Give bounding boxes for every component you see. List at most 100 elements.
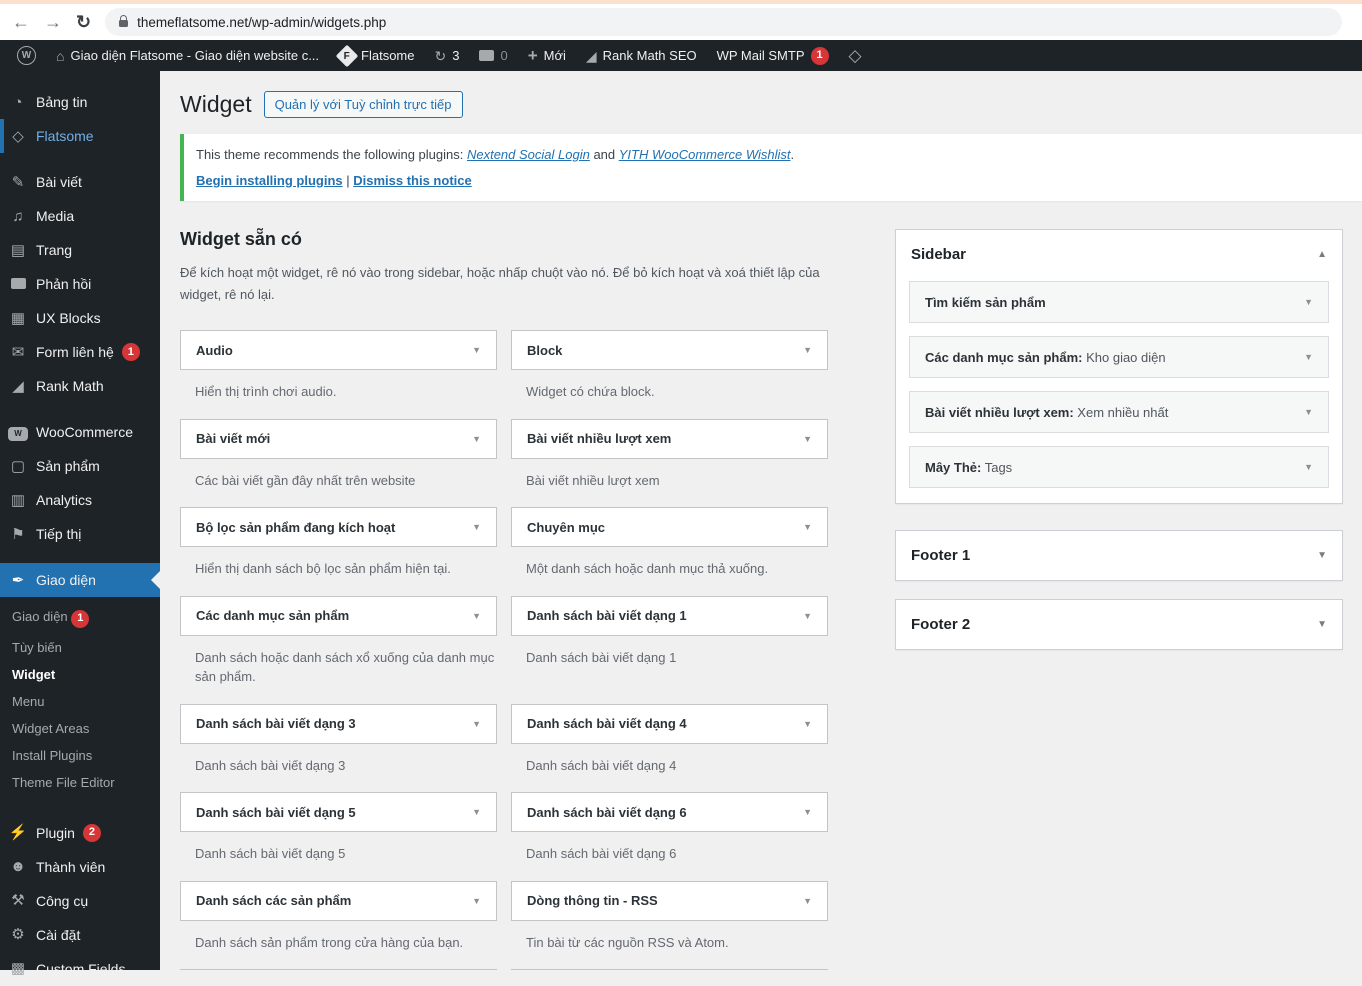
reload-button[interactable]: ↻: [76, 13, 91, 31]
widget-card-product-categories[interactable]: Các danh mục sản phẩm ▼: [180, 595, 497, 636]
sidebar-item-custom-fields[interactable]: ▩ Custom Fields: [0, 952, 160, 986]
submenu-item-customize[interactable]: Tùy biến: [0, 634, 160, 661]
submenu-item-menus[interactable]: Menu: [0, 688, 160, 715]
new-content-menu[interactable]: + Mới: [519, 40, 575, 71]
chevron-down-icon[interactable]: ▼: [472, 896, 481, 906]
collapse-down-icon[interactable]: ▼: [1317, 550, 1327, 561]
sidebar-item-contact-form[interactable]: ✉ Form liên hệ 1: [0, 335, 160, 369]
submenu-item-themes[interactable]: Giao diện 1: [0, 603, 160, 634]
widget-card-post-list-3[interactable]: Danh sách bài viết dạng 3 ▼: [180, 703, 497, 744]
nextend-social-login-link[interactable]: Nextend Social Login: [467, 147, 590, 162]
widget-card-post-list-6[interactable]: Danh sách bài viết dạng 6 ▼: [511, 792, 828, 833]
footer1-widget-area-panel: Footer 1 ▼: [895, 530, 1343, 581]
sidebar-item-ux-blocks[interactable]: ▦ UX Blocks: [0, 301, 160, 335]
chevron-down-icon[interactable]: ▼: [803, 522, 812, 532]
rank-math-icon: ◢: [12, 377, 24, 395]
wp-mail-smtp-menu[interactable]: WP Mail SMTP 1: [708, 40, 838, 71]
products-icon: ▢: [10, 457, 26, 475]
sidebar-item-rank-math[interactable]: ◢ Rank Math: [0, 369, 160, 403]
widget-card-recent-posts[interactable]: Bài viết mới ▼: [180, 418, 497, 459]
sidebar-item-flatsome[interactable]: ◇ Flatsome: [0, 119, 160, 153]
pages-icon: ▤: [10, 241, 26, 259]
ux-blocks-icon: ▦: [10, 309, 26, 327]
chevron-down-icon[interactable]: ▼: [803, 807, 812, 817]
sidebar-item-marketing[interactable]: ⚑ Tiếp thị: [0, 517, 160, 551]
chevron-down-icon[interactable]: ▼: [472, 611, 481, 621]
dismiss-notice-link[interactable]: Dismiss this notice: [353, 173, 471, 188]
widget-card-audio[interactable]: Audio ▼: [180, 330, 497, 371]
sidebar-item-pages[interactable]: ▤ Trang: [0, 233, 160, 267]
chevron-down-icon[interactable]: ▼: [1304, 352, 1313, 362]
widget-card-products-list[interactable]: Danh sách các sản phẩm ▼: [180, 880, 497, 921]
sidebar-item-tools[interactable]: ⚒ Công cụ: [0, 884, 160, 918]
submenu-item-theme-file-editor[interactable]: Theme File Editor: [0, 769, 160, 796]
sidebar-item-comments[interactable]: Phản hồi: [0, 267, 160, 301]
sidebar-item-analytics[interactable]: ▥ Analytics: [0, 483, 160, 517]
area-widget-product-search[interactable]: Tìm kiếm sản phẩm ▼: [909, 281, 1329, 323]
chevron-down-icon[interactable]: ▼: [472, 522, 481, 532]
sidebar-item-users[interactable]: ☻ Thành viên: [0, 850, 160, 884]
begin-installing-plugins-link[interactable]: Begin installing plugins: [196, 173, 343, 188]
submenu-item-install-plugins[interactable]: Install Plugins: [0, 742, 160, 769]
widget-caption: Tin bài từ các nguồn RSS và Atom.: [526, 934, 729, 950]
area-widget-popular-posts[interactable]: Bài viết nhiều lượt xem: Xem nhiều nhất …: [909, 391, 1329, 433]
chevron-down-icon[interactable]: ▼: [472, 719, 481, 729]
chevron-down-icon[interactable]: ▼: [472, 345, 481, 355]
widget-caption: Một danh sách hoặc danh mục thả xuống.: [526, 561, 769, 577]
manage-customizer-button[interactable]: Quản lý với Tuỳ chỉnh trực tiếp: [263, 91, 463, 118]
forward-button[interactable]: →: [44, 13, 62, 31]
footer1-panel-header[interactable]: Footer 1 ▼: [896, 531, 1342, 580]
chevron-down-icon[interactable]: ▼: [803, 434, 812, 444]
widget-card-block[interactable]: Block ▼: [511, 330, 828, 371]
widget-card-rss[interactable]: Dòng thông tin - RSS ▼: [511, 880, 828, 921]
dashboard-icon: ◔: [13, 93, 23, 111]
chevron-down-icon[interactable]: ▼: [472, 807, 481, 817]
chevron-down-icon[interactable]: ▼: [1304, 462, 1313, 472]
available-widgets-description: Để kích hoạt một widget, rê nó vào trong…: [180, 265, 820, 303]
widget-card-active-product-filters[interactable]: Bộ lọc sản phẩm đang kích hoạt ▼: [180, 507, 497, 548]
address-bar[interactable]: themeflatsome.net/wp-admin/widgets.php: [105, 8, 1342, 36]
widget-card-post-list-4[interactable]: Danh sách bài viết dạng 4 ▼: [511, 703, 828, 744]
submenu-item-widget-areas[interactable]: Widget Areas: [0, 715, 160, 742]
site-name-menu[interactable]: ⌂ Giao diện Flatsome - Giao diện website…: [47, 40, 328, 71]
widget-card-post-list-1[interactable]: Danh sách bài viết dạng 1 ▼: [511, 595, 828, 636]
footer2-panel-header[interactable]: Footer 2 ▼: [896, 600, 1342, 649]
widget-card-popular-posts[interactable]: Bài viết nhiều lượt xem ▼: [511, 418, 828, 459]
sidebar-item-woocommerce[interactable]: W WooCommerce: [0, 415, 160, 449]
chevron-down-icon[interactable]: ▼: [803, 896, 812, 906]
chevron-down-icon[interactable]: ▼: [803, 611, 812, 621]
sidebar-item-settings[interactable]: ⚙ Cài đặt: [0, 918, 160, 952]
area-widget-tag-cloud[interactable]: Mây Thẻ: Tags ▼: [909, 446, 1329, 488]
flatsome-menu[interactable]: F Flatsome: [330, 40, 423, 71]
footer2-panel-title: Footer 2: [911, 616, 971, 633]
area-widget-product-categories[interactable]: Các danh mục sản phẩm: Kho giao diện ▼: [909, 336, 1329, 378]
sidebar-item-media[interactable]: ♫ Media: [0, 199, 160, 233]
sidebar-panel-header[interactable]: Sidebar ▲: [896, 230, 1342, 279]
sidebar-item-posts[interactable]: ✎ Bài viết: [0, 165, 160, 199]
chevron-down-icon[interactable]: ▼: [803, 719, 812, 729]
submenu-item-widgets[interactable]: Widget: [0, 661, 160, 688]
widget-cell: Danh sách bài viết dạng 5 ▼ Danh sách bà…: [180, 792, 497, 881]
chevron-down-icon[interactable]: ▼: [803, 345, 812, 355]
widget-card-post-list-5[interactable]: Danh sách bài viết dạng 5 ▼: [180, 792, 497, 833]
home-icon: ⌂: [56, 47, 65, 64]
sidebar-item-products[interactable]: ▢ Sản phẩm: [0, 449, 160, 483]
chevron-down-icon[interactable]: ▼: [1304, 297, 1313, 307]
comments-count: 0: [500, 48, 508, 63]
wp-logo-menu[interactable]: W: [8, 40, 45, 71]
comments-menu[interactable]: 0: [470, 40, 516, 71]
gem-menu[interactable]: ◇: [840, 40, 871, 71]
collapse-down-icon[interactable]: ▼: [1317, 619, 1327, 630]
updates-menu[interactable]: ↻ 3: [426, 40, 469, 71]
collapse-up-icon[interactable]: ▲: [1317, 249, 1327, 260]
url-text[interactable]: themeflatsome.net/wp-admin/widgets.php: [137, 15, 386, 30]
yith-wishlist-link[interactable]: YITH WooCommerce Wishlist: [619, 147, 791, 162]
widget-card-categories[interactable]: Chuyên mục ▼: [511, 507, 828, 548]
rank-math-menu[interactable]: ◢ Rank Math SEO: [577, 40, 706, 71]
sidebar-item-dashboard[interactable]: ◔ Bảng tin: [0, 85, 160, 119]
chevron-down-icon[interactable]: ▼: [472, 434, 481, 444]
back-button[interactable]: ←: [12, 13, 30, 31]
sidebar-item-appearance[interactable]: ✒ Giao diện: [0, 563, 160, 597]
chevron-down-icon[interactable]: ▼: [1304, 407, 1313, 417]
sidebar-item-plugins[interactable]: ⚡ Plugin 2: [0, 816, 160, 850]
